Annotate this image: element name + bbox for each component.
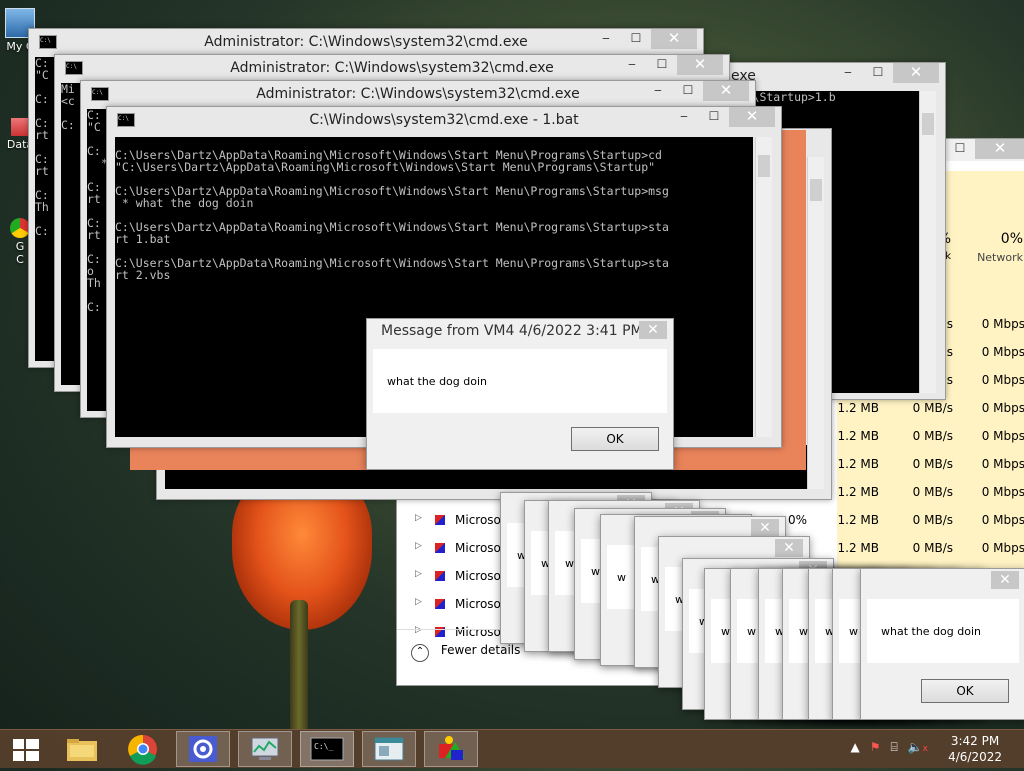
gear-icon bbox=[189, 736, 217, 762]
control-panel-button[interactable] bbox=[176, 731, 230, 767]
maximize-icon[interactable]: ☐ bbox=[863, 63, 893, 83]
cell-mem: 1.2 MB bbox=[837, 513, 879, 527]
cell-disk: 0 MB/s bbox=[912, 457, 953, 471]
dialog-title: Message from VM4 4/6/2022 3:41 PM bbox=[381, 323, 643, 339]
registry-editor-button[interactable] bbox=[362, 731, 416, 767]
desktop: My C Data G C ☐ ✕ % k 0% Network s0 Mbps… bbox=[0, 0, 1024, 730]
wallpaper-stem bbox=[290, 600, 308, 730]
restore-icon[interactable]: ☐ bbox=[945, 139, 975, 159]
process-name: Microsof bbox=[455, 513, 506, 527]
dialog-message: what the dog doin bbox=[387, 375, 487, 388]
clock[interactable]: 3:42 PM 4/6/2022 bbox=[948, 733, 1002, 765]
cell-mem: 1.2 MB bbox=[837, 541, 879, 555]
file-explorer-button[interactable] bbox=[56, 731, 110, 767]
column-header-network[interactable]: Network bbox=[967, 251, 1023, 264]
close-icon[interactable]: ✕ bbox=[991, 571, 1019, 589]
network-percent: 0% bbox=[1000, 231, 1023, 247]
close-icon[interactable]: ✕ bbox=[729, 107, 775, 127]
close-icon[interactable]: ✕ bbox=[775, 539, 803, 557]
chrome-icon bbox=[128, 734, 157, 765]
process-icon bbox=[435, 543, 445, 553]
close-icon[interactable]: ✕ bbox=[677, 55, 723, 75]
cell-net: 0 Mbps bbox=[981, 485, 1024, 499]
cell-disk: 0 MB/s bbox=[912, 541, 953, 555]
vertical-scrollbar[interactable] bbox=[807, 157, 824, 489]
close-icon[interactable]: ✕ bbox=[639, 321, 667, 339]
cell-net: 0 Mbps bbox=[981, 373, 1024, 387]
cell-net: 0 Mbps bbox=[981, 541, 1024, 555]
taskbar: C:\_ ▲ ⚑ ⌸ 🔈x 3:42 PM 4/6/2022 bbox=[0, 729, 1024, 768]
vertical-scrollbar[interactable] bbox=[755, 137, 772, 437]
paint-shapes-button[interactable] bbox=[424, 731, 478, 767]
dialog-message: w bbox=[747, 625, 756, 638]
cell-disk: 0 MB/s bbox=[912, 429, 953, 443]
process-icon bbox=[435, 515, 445, 525]
shortcut-icon bbox=[11, 118, 29, 136]
chevron-up-icon: ⌃ bbox=[411, 644, 429, 662]
shapes-icon bbox=[439, 736, 465, 760]
minimize-icon[interactable]: ‒ bbox=[617, 55, 647, 75]
cell-net: 0 Mbps bbox=[981, 345, 1024, 359]
performance-monitor-button[interactable] bbox=[238, 731, 292, 767]
expand-chevron-icon[interactable]: ▷ bbox=[415, 625, 422, 635]
expand-chevron-icon[interactable]: ▷ bbox=[415, 569, 422, 579]
maximize-icon[interactable]: ☐ bbox=[673, 81, 703, 101]
cell-disk: 0 MB/s bbox=[912, 401, 953, 415]
expand-chevron-icon[interactable]: ▷ bbox=[415, 541, 422, 551]
svg-text:C:\_: C:\_ bbox=[314, 742, 333, 751]
dialog-message: w bbox=[591, 565, 600, 578]
dialog-message: w bbox=[849, 625, 858, 638]
minimize-icon[interactable]: ‒ bbox=[833, 63, 863, 83]
ok-button[interactable]: OK bbox=[921, 679, 1009, 703]
cell-net: 0 Mbps bbox=[981, 513, 1024, 527]
network-icon[interactable]: ⌸ bbox=[891, 740, 898, 755]
cell-net: 0 Mbps bbox=[981, 457, 1024, 471]
speaker-muted-icon[interactable]: 🔈x bbox=[908, 740, 928, 755]
minimize-icon[interactable]: ‒ bbox=[643, 81, 673, 101]
close-icon[interactable]: ✕ bbox=[893, 63, 939, 83]
cell-disk: 0 MB/s bbox=[912, 485, 953, 499]
process-icon bbox=[435, 571, 445, 581]
dialog-message: w bbox=[617, 571, 626, 584]
folder-icon bbox=[67, 739, 97, 761]
maximize-icon[interactable]: ☐ bbox=[647, 55, 677, 75]
monitor-chart-icon bbox=[251, 737, 279, 760]
dialog-message: what the dog doin bbox=[881, 625, 981, 638]
expand-chevron-icon[interactable]: ▷ bbox=[415, 597, 422, 607]
chrome-button[interactable] bbox=[116, 731, 170, 767]
dialog-message: w bbox=[565, 557, 574, 570]
ok-button[interactable]: OK bbox=[571, 427, 659, 451]
action-center-flag-icon[interactable]: ⚑ bbox=[870, 740, 881, 755]
fewer-details-button[interactable]: ⌃ Fewer details bbox=[411, 643, 520, 662]
cell-net: 0 Mbps bbox=[981, 401, 1024, 415]
clock-time: 3:42 PM bbox=[950, 734, 1000, 748]
expand-chevron-icon[interactable]: ▷ bbox=[415, 513, 422, 523]
close-icon[interactable]: ✕ bbox=[975, 139, 1024, 159]
close-icon[interactable]: ✕ bbox=[703, 81, 749, 101]
minimize-icon[interactable]: ‒ bbox=[669, 107, 699, 127]
message-dialog-2[interactable]: ✕ what the dog doin OK bbox=[860, 568, 1024, 720]
cell-net: 0 Mbps bbox=[981, 429, 1024, 443]
maximize-icon[interactable]: ☐ bbox=[621, 29, 651, 49]
vertical-scrollbar[interactable] bbox=[919, 91, 936, 393]
app-icon bbox=[10, 218, 30, 238]
system-tray: ▲ ⚑ ⌸ 🔈x bbox=[851, 740, 928, 755]
chevron-up-icon[interactable]: ▲ bbox=[851, 740, 860, 755]
process-icon bbox=[435, 599, 445, 609]
start-button[interactable] bbox=[0, 731, 54, 767]
close-icon[interactable]: ✕ bbox=[751, 519, 779, 537]
minimize-icon[interactable]: ‒ bbox=[591, 29, 621, 49]
cmd-icon: C:\_ bbox=[310, 737, 344, 761]
dialog-message: w bbox=[721, 625, 730, 638]
cell-net: 0 Mbps bbox=[981, 317, 1024, 331]
maximize-icon[interactable]: ☐ bbox=[699, 107, 729, 127]
clock-date: 4/6/2022 bbox=[948, 750, 1002, 764]
command-prompt-button[interactable]: C:\_ bbox=[300, 731, 354, 767]
message-dialog[interactable]: Message from VM4 4/6/2022 3:41 PM ✕ what… bbox=[366, 318, 674, 470]
window-icon bbox=[374, 737, 404, 761]
dialog-message: w bbox=[799, 625, 808, 638]
close-icon[interactable]: ✕ bbox=[651, 29, 697, 49]
cell-disk: 0 MB/s bbox=[912, 513, 953, 527]
windows-logo-icon bbox=[13, 739, 39, 761]
